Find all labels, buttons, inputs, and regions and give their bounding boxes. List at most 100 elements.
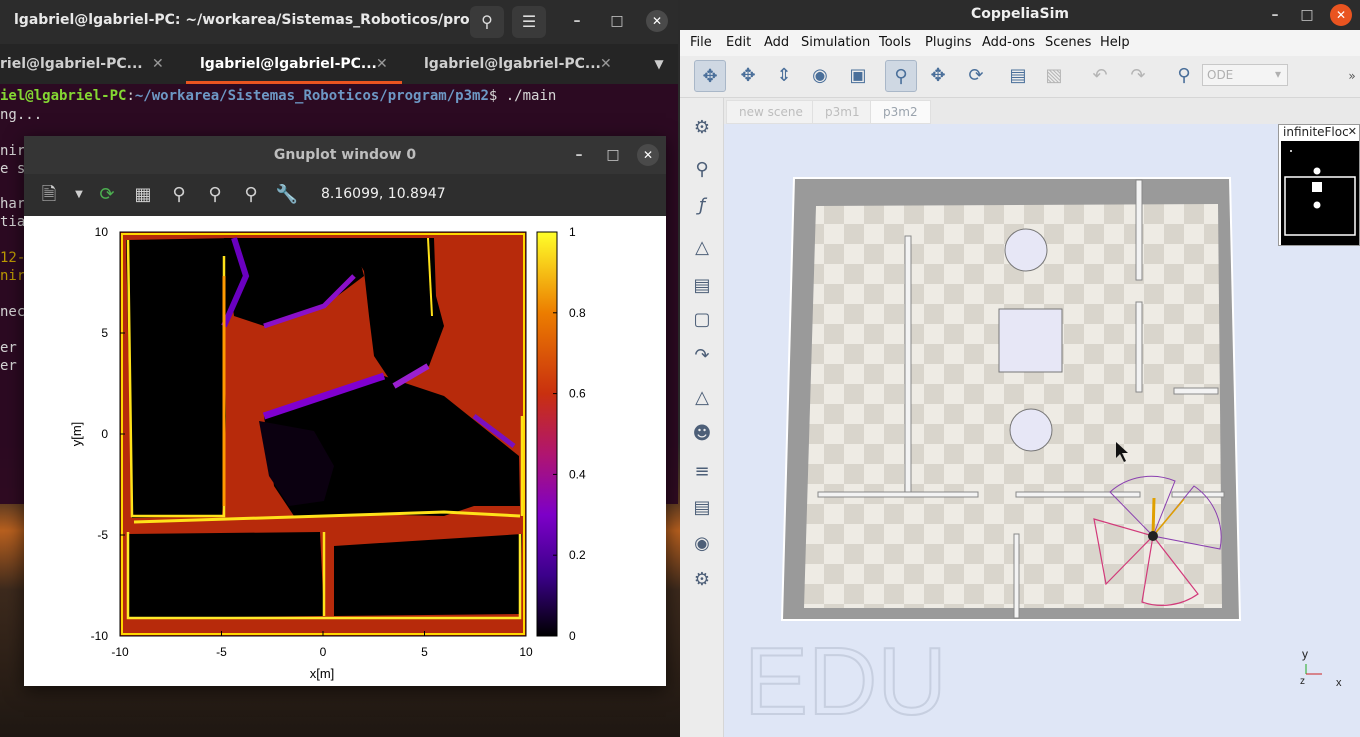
tab-p3m2[interactable]: p3m2: [870, 100, 931, 124]
user-settings-icon[interactable]: ⚙: [688, 566, 716, 594]
primitives-icon[interactable]: △: [688, 384, 716, 412]
model-browser-icon[interactable]: ▢: [688, 306, 716, 334]
camera-pan-icon[interactable]: ✥: [694, 60, 726, 92]
search-icon[interactable]: ⚲: [470, 6, 504, 38]
dynamics-toggle-icon[interactable]: ⚲: [1168, 60, 1200, 92]
colorbar-tick-label: 0.6: [569, 387, 586, 401]
transfer-dna-icon[interactable]: ▧: [1038, 60, 1070, 92]
minimize-icon[interactable]: –: [1264, 4, 1286, 26]
minimize-icon[interactable]: –: [566, 10, 588, 32]
camera-shift-icon[interactable]: ⇕: [768, 60, 800, 92]
physics-engine-select[interactable]: ODE ▾: [1202, 64, 1288, 86]
tab-close-icon[interactable]: ✕: [152, 56, 164, 72]
menu-plugins[interactable]: Plugins: [925, 35, 972, 50]
terminal-tab-2[interactable]: lgabriel@lgabriel-PC... ✕: [186, 44, 402, 84]
menu-scenes[interactable]: Scenes: [1045, 35, 1091, 50]
tab-p3m1[interactable]: p3m1: [812, 100, 873, 124]
simulation-settings-icon[interactable]: ⚙: [688, 114, 716, 142]
layers-icon[interactable]: ▤: [688, 494, 716, 522]
camera-rotate-icon[interactable]: ✥: [732, 60, 764, 92]
chevron-down-icon[interactable]: ▼: [648, 53, 670, 75]
terminal-tab-3[interactable]: lgabriel@lgabriel-PC... ✕: [412, 44, 622, 84]
path-icon[interactable]: ↷: [688, 342, 716, 370]
menu-edit[interactable]: Edit: [726, 35, 751, 50]
close-icon[interactable]: ✕: [646, 10, 668, 32]
y-tick-label: 0: [101, 427, 108, 441]
colorbar-tick-label: 0.8: [569, 306, 586, 320]
export-icon[interactable]: 🗎: [36, 182, 62, 208]
menu-help[interactable]: Help: [1100, 35, 1130, 50]
maximize-icon[interactable]: □: [602, 144, 624, 166]
close-icon[interactable]: ✕: [1348, 125, 1357, 138]
prompt-user: iel@lgabriel-PC: [0, 88, 127, 104]
scripts-icon[interactable]: ▤: [688, 272, 716, 300]
minimize-icon[interactable]: –: [568, 144, 590, 166]
autoscale-icon[interactable]: ⚲: [238, 182, 264, 208]
fit-to-view-icon[interactable]: ▣: [842, 60, 874, 92]
gnuplot-titlebar[interactable]: Gnuplot window 0 – □ ✕: [24, 136, 666, 174]
zoom-next-icon[interactable]: ⚲: [202, 182, 228, 208]
cuboid-obstacle[interactable]: [998, 308, 1063, 373]
assemble-icon[interactable]: ▤: [1002, 60, 1034, 92]
camera-angle-icon[interactable]: ◉: [804, 60, 836, 92]
tab-label: lgabriel@lgabriel-PC...: [200, 56, 377, 72]
shapes-icon[interactable]: △: [688, 234, 716, 262]
x-tick-label: -5: [216, 645, 227, 659]
zoom-prev-icon[interactable]: ⚲: [166, 182, 192, 208]
scene-viewport[interactable]: EDU y z x: [724, 124, 1360, 737]
robot-icon[interactable]: ☻: [688, 420, 716, 448]
terminal-titlebar[interactable]: lgabriel@lgabriel-PC: ~/workarea/Sistema…: [0, 0, 678, 44]
colorbar: [536, 231, 558, 637]
cylinder-obstacle[interactable]: [1009, 408, 1053, 452]
menu-tools[interactable]: Tools: [879, 35, 911, 50]
floating-view-render: [1281, 141, 1359, 245]
undo-icon[interactable]: ↶: [1084, 60, 1116, 92]
video-recorder-icon[interactable]: ◉: [688, 530, 716, 558]
wall: [1015, 491, 1141, 498]
hamburger-menu-icon[interactable]: ☰: [512, 6, 546, 38]
terminal-tab-1[interactable]: riel@lgabriel-PC... ✕: [0, 44, 176, 84]
settings-wrench-icon[interactable]: 🔧: [274, 182, 300, 208]
menu-add-ons[interactable]: Add-ons: [982, 35, 1035, 50]
coppeliasim-title: CoppeliaSim: [971, 6, 1069, 22]
tab-new-scene[interactable]: new scene: [726, 100, 816, 124]
hierarchy-icon[interactable]: ≡: [688, 458, 716, 486]
maximize-icon[interactable]: □: [1296, 4, 1318, 26]
occupancy-heatmap-chart[interactable]: -10 -5 0 5 10 1050-5-10 10.80.60.40.20 x[m] …: [24, 216, 666, 686]
close-icon[interactable]: ✕: [637, 144, 659, 166]
axis-z-label: z: [1300, 676, 1305, 687]
y-axis-label: y[m]: [69, 422, 84, 447]
floating-view[interactable]: infiniteFloc ✕: [1278, 124, 1360, 246]
cylinder-obstacle[interactable]: [1004, 228, 1048, 272]
menu-simulation[interactable]: Simulation: [801, 35, 870, 50]
script-function-icon[interactable]: ƒ: [688, 192, 716, 220]
click-select-icon[interactable]: ⚲: [885, 60, 917, 92]
x-tick-label: 10: [519, 645, 533, 659]
toolbar-overflow-icon[interactable]: »: [1336, 60, 1360, 92]
tab-close-icon[interactable]: ✕: [376, 56, 388, 72]
prompt-line: iel@lgabriel-PC:~/workarea/Sistemas_Robo…: [0, 88, 557, 104]
maximize-icon[interactable]: □: [606, 10, 628, 32]
wall: [1135, 179, 1143, 281]
replot-icon[interactable]: ⟳: [94, 182, 120, 208]
close-icon[interactable]: ✕: [1330, 4, 1352, 26]
tab-label: lgabriel@lgabriel-PC...: [424, 56, 601, 72]
search-icon[interactable]: ⚲: [688, 156, 716, 184]
object-shift-icon[interactable]: ✥: [922, 60, 954, 92]
output-line: nir: [0, 268, 26, 284]
redo-icon[interactable]: ↷: [1122, 60, 1154, 92]
menu-bar: File Edit Add Simulation Tools Plugins A…: [680, 30, 1360, 56]
colorbar-tick-label: 0.2: [569, 548, 586, 562]
object-rotate-icon[interactable]: ⟳: [960, 60, 992, 92]
menu-add[interactable]: Add: [764, 35, 789, 50]
coppeliasim-titlebar[interactable]: CoppeliaSim – □ ✕: [680, 0, 1360, 30]
output-line: har: [0, 196, 26, 212]
grid-icon[interactable]: ▦: [130, 182, 156, 208]
menu-file[interactable]: File: [690, 35, 712, 50]
plot-area[interactable]: -10 -5 0 5 10 10 5 0 -5 -10 1 0.8 0.6 0.4 0.2 0 x[m] …: [24, 216, 666, 686]
wall: [904, 235, 912, 495]
chevron-down-icon[interactable]: ▼: [66, 182, 92, 208]
scene-tabs: new scene p3m1 p3m2: [724, 98, 1360, 124]
output-line: er: [0, 358, 17, 374]
tab-close-icon[interactable]: ✕: [600, 56, 612, 72]
